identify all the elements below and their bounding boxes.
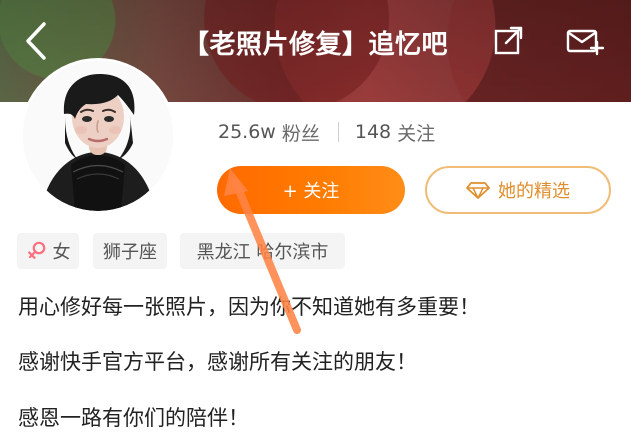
follow-label: + 关注 bbox=[282, 181, 340, 202]
fans-label: 粉丝 bbox=[281, 122, 320, 145]
page-title: 【老照片修复】追忆吧 bbox=[183, 30, 449, 60]
fans-count: 25.6w bbox=[218, 121, 276, 143]
share-icon bbox=[494, 26, 523, 55]
fans-stat[interactable]: 25.6w 粉丝 bbox=[218, 119, 320, 146]
zodiac-tag: 狮子座 bbox=[93, 233, 167, 269]
her-picks-button[interactable]: 她的精选 bbox=[425, 166, 611, 214]
share-button[interactable] bbox=[492, 23, 526, 57]
following-stat[interactable]: 148 关注 bbox=[355, 119, 435, 146]
avatar-image bbox=[23, 61, 173, 211]
mail-icon bbox=[566, 29, 605, 56]
diamond-icon bbox=[466, 182, 490, 199]
bio-line-1: 用心修好每一张照片，因为你不知道她有多重要！ bbox=[18, 295, 480, 319]
back-icon bbox=[26, 22, 46, 60]
follow-button[interactable]: + 关注 bbox=[217, 166, 405, 214]
avatar[interactable] bbox=[20, 58, 176, 214]
bio-line-3: 感恩一路有你们的陪伴！ bbox=[18, 406, 249, 430]
location-tag: 黑龙江 哈尔滨市 bbox=[180, 233, 345, 269]
stats-divider bbox=[337, 122, 339, 142]
following-label: 关注 bbox=[397, 122, 436, 145]
zodiac-label: 狮子座 bbox=[103, 242, 157, 263]
profile-screen: 【老照片修复】追忆吧 25.6w 粉丝 148 关注 + 关注 她的精选 女 狮… bbox=[0, 0, 631, 445]
mail-button[interactable] bbox=[566, 24, 605, 58]
her-picks-label: 她的精选 bbox=[498, 181, 570, 202]
profile-stats: 25.6w 粉丝 148 关注 bbox=[218, 118, 435, 146]
gender-label: 女 bbox=[52, 242, 71, 263]
location-label: 黑龙江 哈尔滨市 bbox=[196, 242, 329, 263]
following-count: 148 bbox=[354, 121, 392, 143]
back-button[interactable] bbox=[20, 20, 54, 62]
female-icon bbox=[27, 241, 45, 259]
bio-line-2: 感谢快手官方平台，感谢所有关注的朋友！ bbox=[18, 350, 417, 374]
gender-tag: 女 bbox=[17, 233, 79, 269]
